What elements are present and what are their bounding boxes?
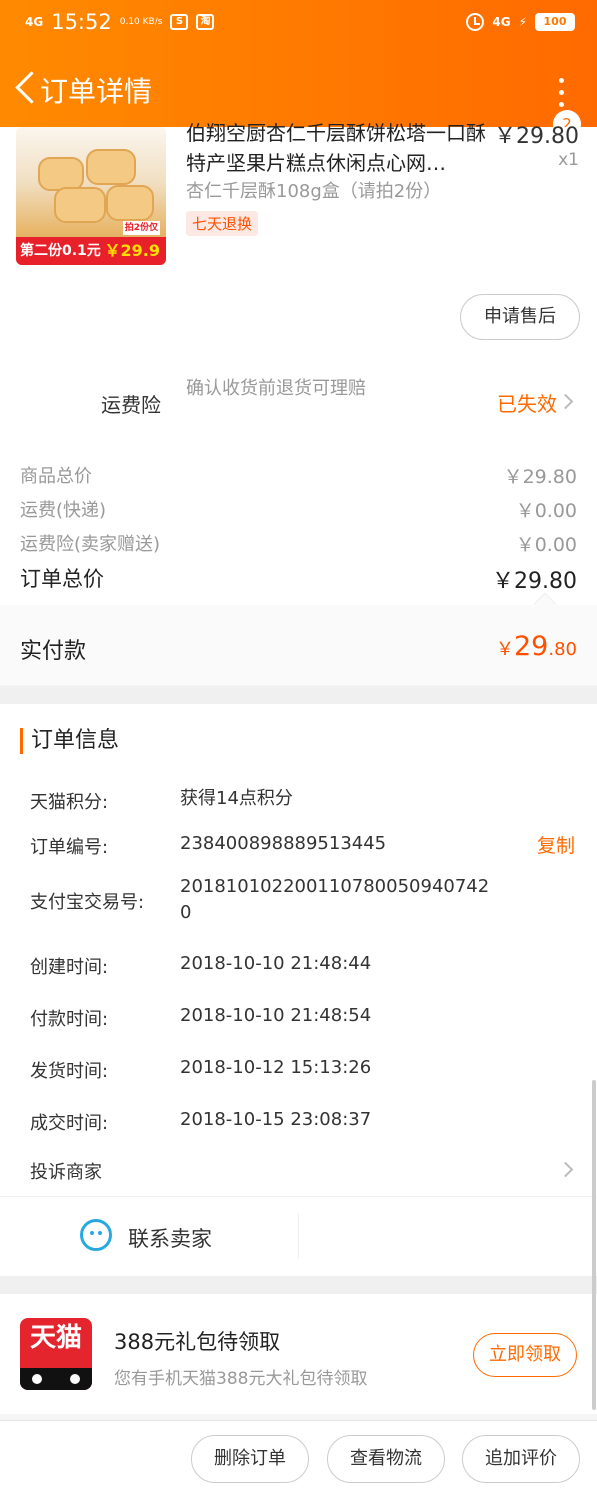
network-type: 4G	[492, 15, 511, 29]
product-title[interactable]: 伯翔空厨杏仁千层酥饼松塔一口酥特产坚果片糕点休闲点心网…	[186, 118, 491, 178]
tmall-gift-card: 天猫 388元礼包待领取 您有手机天猫388元大礼包待领取 立即领取	[0, 1294, 597, 1414]
charging-icon: ⚡	[518, 15, 527, 29]
network-speed: 0.10 KB/s	[119, 17, 163, 27]
scrollbar[interactable]	[592, 1080, 596, 1410]
info-value: 2018-10-10 21:48:54	[180, 1005, 372, 1026]
contact-seller-button[interactable]: 联系卖家	[128, 1223, 212, 1253]
info-label: 发货时间:	[30, 1061, 109, 1082]
claim-gift-button[interactable]: 立即领取	[473, 1333, 577, 1377]
info-label: 创建时间:	[30, 957, 109, 978]
fee-row: 运费(快递) ￥0.00	[20, 500, 577, 522]
section-divider	[0, 1276, 597, 1294]
product-spec: 杏仁千层酥108g盒（请拍2份）	[186, 181, 442, 202]
status-time: 15:52	[51, 10, 112, 34]
info-value: 2018-10-10 21:48:44	[180, 953, 372, 974]
back-icon[interactable]	[14, 70, 38, 106]
divider	[298, 1213, 299, 1259]
order-total-row: 订单总价 ￥29.80	[20, 567, 577, 594]
nav-bar: 订单详情 2	[0, 58, 597, 138]
shipping-insurance-desc: 确认收货前退货可理赔	[186, 378, 366, 399]
gift-subtitle: 您有手机天猫388元大礼包待领取	[114, 1369, 368, 1389]
section-divider	[0, 686, 597, 704]
info-value: 2018-10-15 23:08:37	[180, 1109, 372, 1130]
notification-icon: S	[170, 14, 189, 30]
info-value: 获得14点积分	[180, 788, 293, 809]
taobao-icon: 淘	[196, 14, 215, 30]
info-label: 支付宝交易号:	[30, 892, 145, 913]
service-face-icon[interactable]	[80, 1219, 112, 1251]
shipping-insurance-label: 运费险	[101, 393, 161, 417]
info-label: 成交时间:	[30, 1113, 109, 1134]
order-number: 238400898889513445	[180, 833, 387, 854]
actual-payment-value: ￥29.80	[496, 631, 577, 662]
view-logistics-button[interactable]: 查看物流	[327, 1435, 445, 1483]
image-promo-banner: 第二份0.1元 拍2份仅 ￥29.9	[16, 221, 166, 265]
page-title: 订单详情	[40, 75, 153, 108]
apply-after-sale-button[interactable]: 申请售后	[460, 294, 580, 340]
status-bar: 4G 15:52 0.10 KB/s S 淘 4G ⚡ 100	[0, 0, 597, 48]
battery-icon: 100	[535, 13, 575, 31]
header: 4G 15:52 0.10 KB/s S 淘 4G ⚡ 100 订单详情 2	[0, 0, 597, 138]
complain-merchant-link[interactable]: 投诉商家	[30, 1158, 102, 1184]
delete-order-button[interactable]: 删除订单	[191, 1435, 309, 1483]
product-quantity: x1	[558, 150, 579, 170]
info-label: 天猫积分:	[30, 792, 109, 813]
info-label: 订单编号:	[30, 837, 109, 858]
copy-order-number-button[interactable]: 复制	[537, 831, 575, 858]
add-review-button[interactable]: 追加评价	[462, 1435, 580, 1483]
product-image[interactable]: 第二份0.1元 拍2份仅 ￥29.9	[16, 127, 166, 265]
contact-seller-row: 联系卖家	[0, 1196, 597, 1276]
actual-payment-label: 实付款	[20, 639, 87, 664]
gift-title: 388元礼包待领取	[114, 1330, 281, 1354]
product-price: ￥29.80	[494, 124, 579, 149]
shipping-insurance-status[interactable]: 已失效	[497, 388, 557, 417]
return-policy-tag: 七天退换	[186, 211, 259, 236]
bottom-action-bar: 删除订单 查看物流 追加评价	[0, 1420, 597, 1500]
fee-row: 运费险(卖家赠送) ￥0.00	[20, 534, 577, 556]
order-info-title: 订单信息	[20, 728, 119, 754]
tmall-logo: 天猫	[20, 1318, 92, 1390]
info-label: 付款时间:	[30, 1009, 109, 1030]
alipay-trade-number: 2018101022001107800509407420	[180, 876, 490, 923]
signal-icon: 4G	[25, 15, 44, 29]
info-value: 2018-10-12 15:13:26	[180, 1057, 372, 1078]
fee-row: 商品总价 ￥29.80	[20, 466, 577, 488]
alarm-icon	[466, 13, 485, 31]
actual-payment-row: 实付款 ￥29.80	[0, 592, 597, 685]
